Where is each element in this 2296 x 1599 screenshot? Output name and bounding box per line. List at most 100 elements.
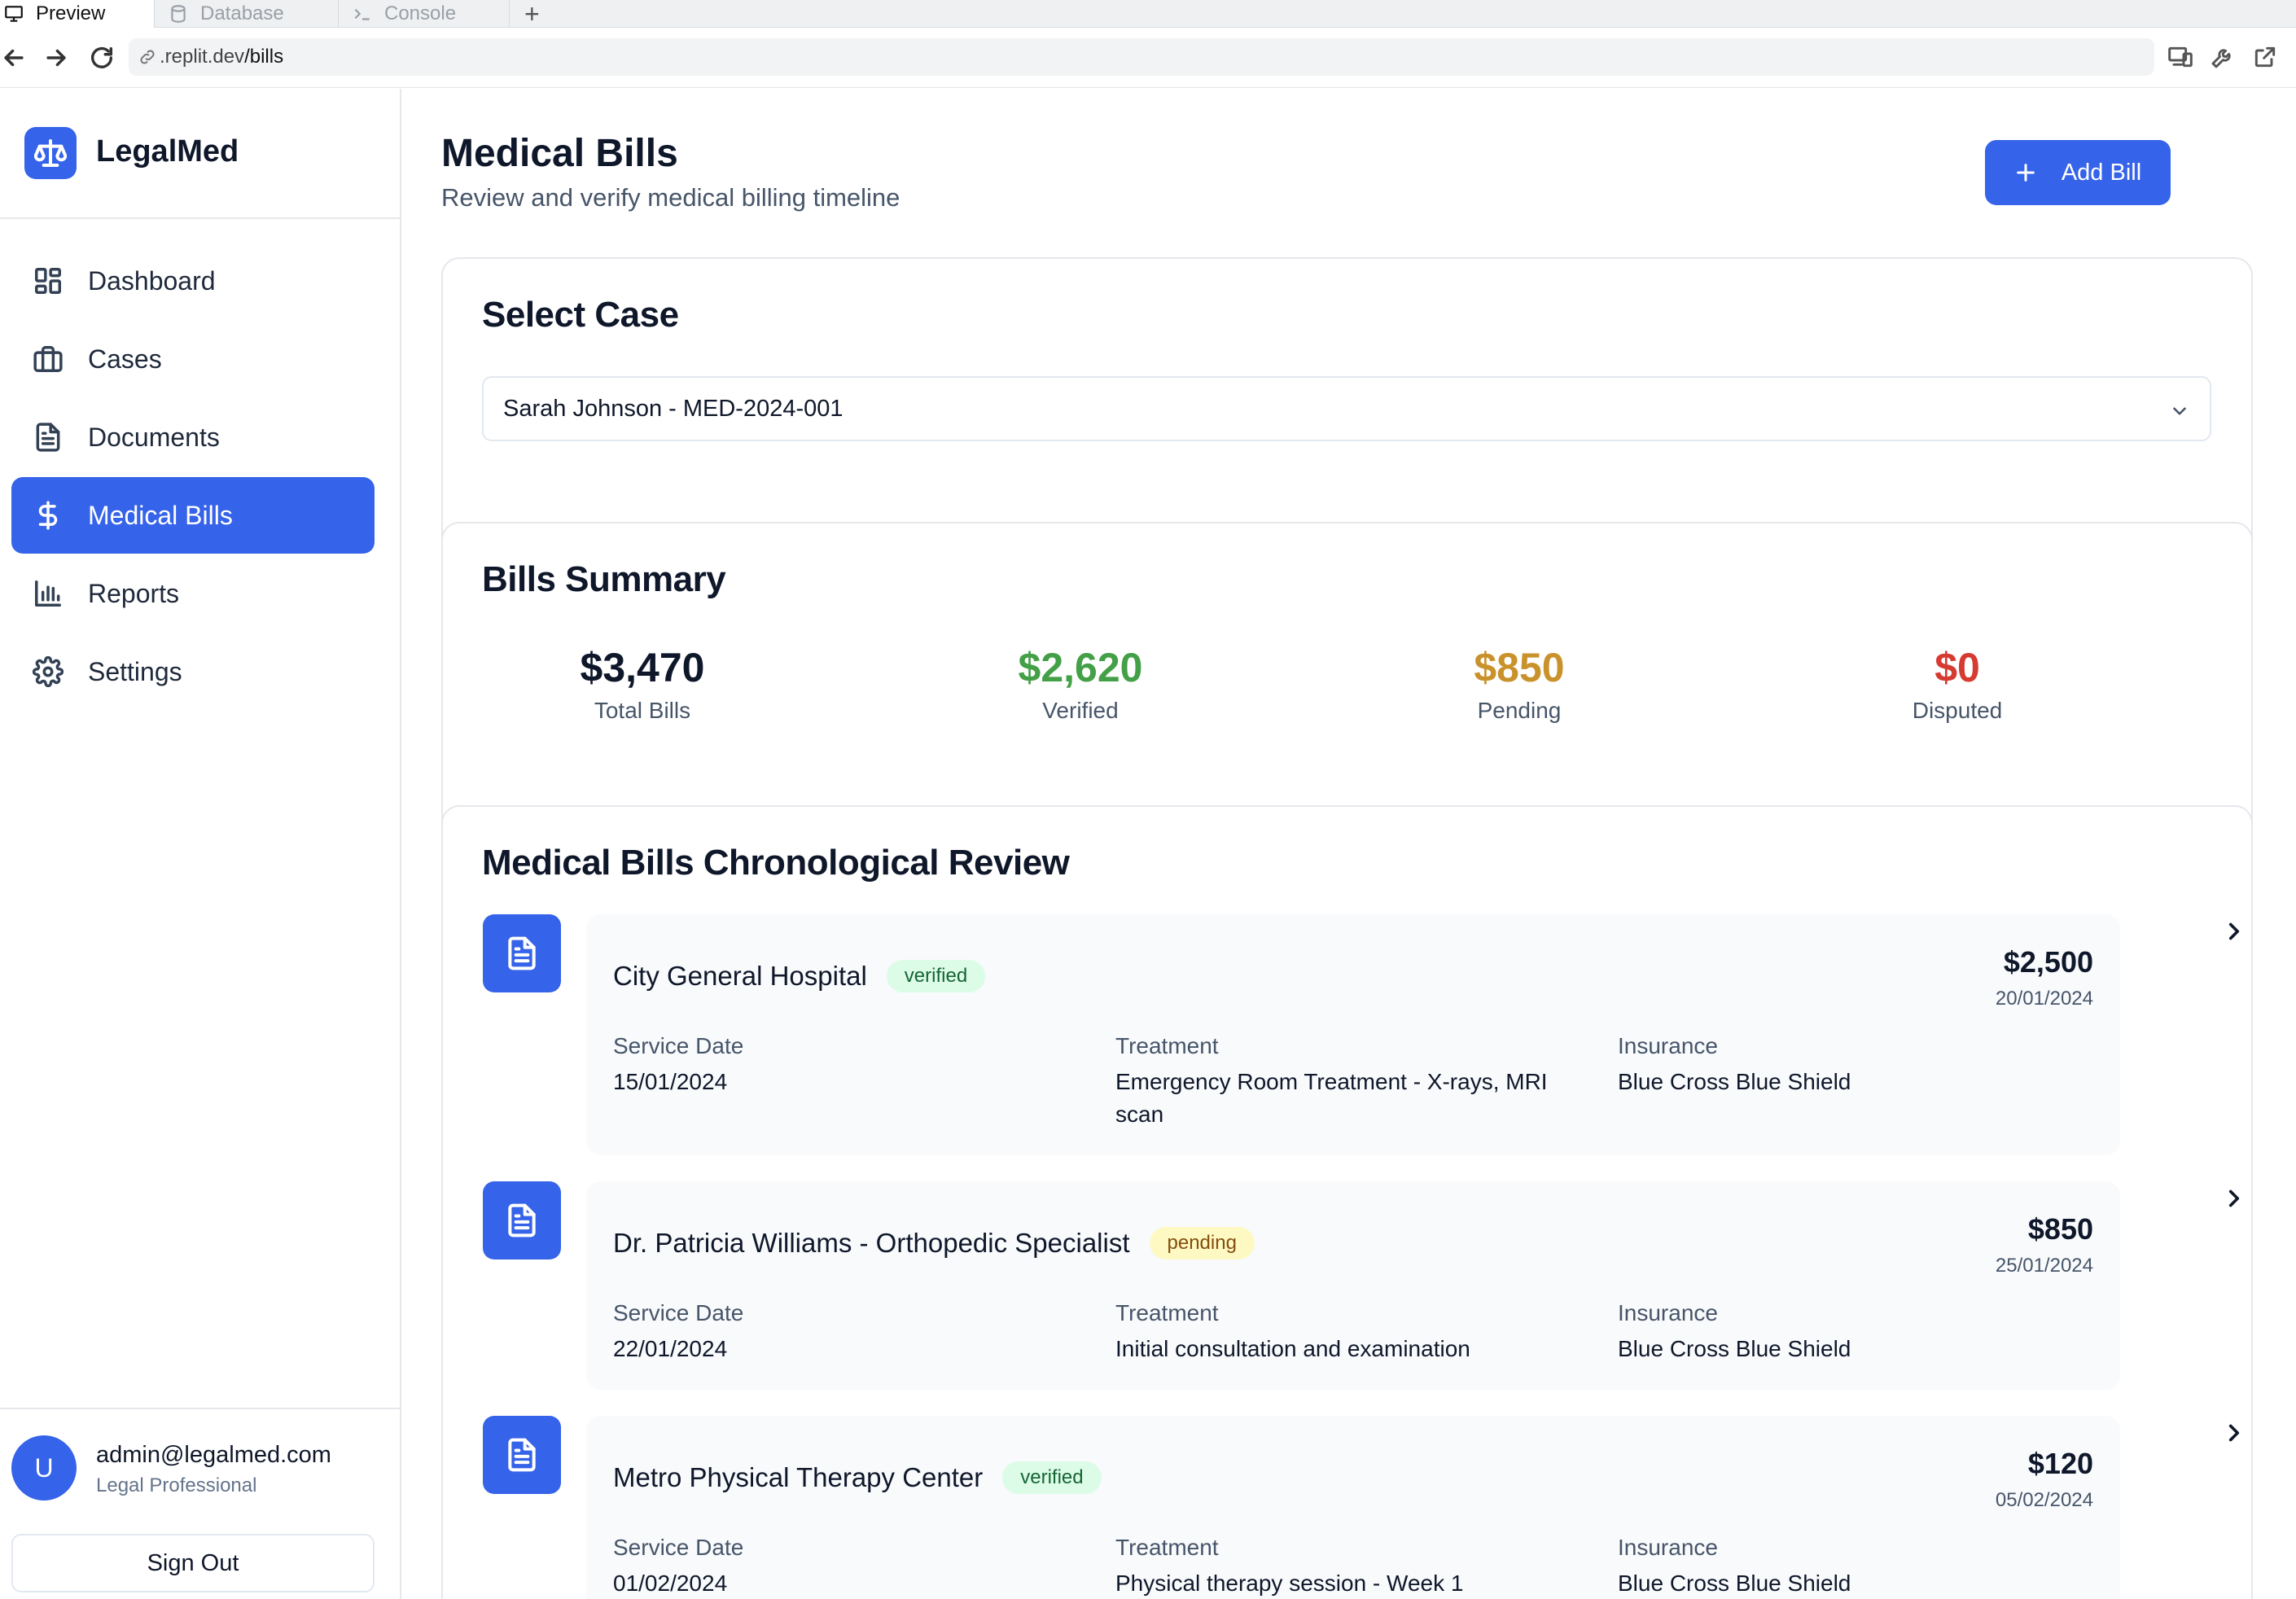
treatment-field: Treatment Initial consultation and exami…	[1115, 1300, 1596, 1365]
field-label: Service Date	[613, 1300, 744, 1325]
briefcase-icon	[33, 346, 63, 372]
bill-item[interactable]: Dr. Patricia Williams - Orthopedic Speci…	[586, 1181, 2120, 1390]
brand-header: LegalMed	[0, 89, 400, 219]
brand-name: LegalMed	[96, 134, 239, 169]
bill-date: 05/02/2024	[1995, 1489, 2093, 1511]
treatment-field: Treatment Emergency Room Treatment - X-r…	[1115, 1033, 1596, 1131]
sidebar-item-settings[interactable]: Settings	[11, 633, 375, 710]
wrench-icon[interactable]	[2210, 44, 2236, 70]
service-date-field: Service Date 22/01/2024	[613, 1300, 1093, 1365]
back-arrow-icon[interactable]	[0, 44, 28, 72]
url-path: /bills	[244, 46, 284, 68]
status-badge: verified	[1002, 1461, 1102, 1494]
bill-amount: $120	[2027, 1447, 2093, 1480]
provider-name: City General Hospital	[613, 961, 867, 991]
bills-summary-title: Bills Summary	[482, 559, 726, 599]
document-icon	[36, 423, 60, 452]
stat-label: Verified	[1042, 698, 1119, 723]
chevron-right-icon[interactable]	[2220, 1185, 2248, 1212]
forward-arrow-icon[interactable]	[42, 44, 70, 72]
user-role: Legal Professional	[96, 1474, 257, 1496]
service-date-field: Service Date 01/02/2024	[613, 1535, 1093, 1599]
tab-database[interactable]: Database	[155, 0, 339, 28]
grid-icon	[35, 268, 61, 294]
sidebar-item-label: Medical Bills	[88, 500, 233, 530]
bill-amount: $2,500	[2003, 945, 2093, 979]
bill-document-icon	[483, 914, 561, 992]
sidebar-item-label: Documents	[88, 422, 220, 452]
stat-value: $2,620	[1018, 645, 1143, 690]
address-bar: .replit.dev/bills	[0, 28, 2296, 88]
tab-preview[interactable]: Preview	[0, 0, 155, 28]
file-text-icon	[508, 936, 536, 970]
avatar[interactable]: U	[11, 1435, 77, 1500]
field-value: Blue Cross Blue Shield	[1618, 1571, 1851, 1596]
bill-amount: $850	[2027, 1212, 2093, 1246]
stat-pending: $850 Pending	[1356, 644, 1682, 724]
field-label: Treatment	[1115, 1300, 1219, 1325]
treatment-field: Treatment Physical therapy session - Wee…	[1115, 1535, 1596, 1599]
bill-item[interactable]: City General Hospital verified $2,500 20…	[586, 914, 2120, 1155]
stat-label: Total Bills	[594, 698, 691, 723]
file-text-icon	[508, 1203, 536, 1238]
chevron-down-icon	[2173, 407, 2186, 415]
external-link-icon[interactable]	[2252, 44, 2278, 70]
monitor-icon	[5, 6, 23, 22]
page-subtitle: Review and verify medical billing timeli…	[441, 183, 900, 212]
sidebar-item-medical-bills[interactable]: Medical Bills	[11, 477, 375, 554]
new-tab-button[interactable]: +	[524, 0, 540, 28]
field-value: 15/01/2024	[613, 1069, 728, 1094]
file-text-icon	[508, 1438, 536, 1472]
add-bill-button[interactable]: Add Bill	[1985, 140, 2171, 205]
scale-icon	[34, 139, 67, 167]
user-email: admin@legalmed.com	[96, 1442, 331, 1468]
bill-document-icon	[483, 1181, 561, 1259]
case-select-value: Sarah Johnson - MED-2024-001	[503, 395, 843, 422]
field-value: 22/01/2024	[613, 1336, 728, 1361]
bill-provider: Dr. Patricia Williams - Orthopedic Speci…	[613, 1227, 1255, 1259]
field-value: Initial consultation and examination	[1115, 1336, 1470, 1361]
browser-tabbar: Preview Database Console +	[0, 0, 2296, 28]
dollar-icon	[38, 501, 58, 530]
chevron-right-icon[interactable]	[2220, 918, 2248, 945]
brand-logo[interactable]	[24, 127, 77, 179]
chevron-right-icon[interactable]	[2220, 1419, 2248, 1447]
sidebar-item-label: Dashboard	[88, 265, 216, 296]
devices-icon[interactable]	[2167, 44, 2193, 70]
field-label: Service Date	[613, 1033, 744, 1058]
sidebar-item-label: Reports	[88, 578, 180, 608]
add-bill-label: Add Bill	[2061, 159, 2142, 186]
bill-date: 25/01/2024	[1995, 1255, 2093, 1277]
provider-name: Metro Physical Therapy Center	[613, 1462, 984, 1492]
sidebar-item-label: Cases	[88, 344, 162, 374]
tab-console[interactable]: Console	[339, 0, 510, 28]
stat-label: Pending	[1477, 698, 1562, 723]
stat-value: $0	[1935, 645, 1980, 690]
field-value: Physical therapy session - Week 1	[1115, 1571, 1464, 1596]
gear-icon	[33, 656, 64, 687]
bill-provider: Metro Physical Therapy Center verified	[613, 1461, 1102, 1494]
sidebar: LegalMed Dashboard Cases Documents Medic…	[0, 89, 401, 1599]
status-badge: pending	[1149, 1227, 1255, 1259]
main-content: Medical Bills Review and verify medical …	[401, 89, 2296, 1599]
reload-icon[interactable]	[88, 44, 116, 72]
stat-disputed: $0 Disputed	[1794, 644, 2120, 724]
url-field[interactable]: .replit.dev/bills	[129, 38, 2154, 76]
service-date-field: Service Date 15/01/2024	[613, 1033, 1093, 1098]
stat-verified: $2,620 Verified	[918, 644, 1243, 724]
review-title: Medical Bills Chronological Review	[482, 843, 1070, 883]
bill-provider: City General Hospital verified	[613, 960, 986, 992]
bill-date: 20/01/2024	[1995, 988, 2093, 1010]
sidebar-item-dashboard[interactable]: Dashboard	[11, 243, 375, 319]
terminal-icon	[354, 8, 370, 20]
sidebar-item-cases[interactable]: Cases	[11, 321, 375, 397]
sidebar-item-reports[interactable]: Reports	[11, 555, 375, 632]
sign-out-button[interactable]: Sign Out	[11, 1534, 375, 1592]
stat-value: $3,470	[580, 645, 705, 690]
select-case-title: Select Case	[482, 295, 679, 335]
case-select[interactable]: Sarah Johnson - MED-2024-001	[482, 376, 2211, 441]
bill-item[interactable]: Metro Physical Therapy Center verified $…	[586, 1416, 2120, 1599]
field-label: Insurance	[1618, 1300, 1718, 1325]
link-icon	[140, 50, 155, 64]
sidebar-item-documents[interactable]: Documents	[11, 399, 375, 475]
